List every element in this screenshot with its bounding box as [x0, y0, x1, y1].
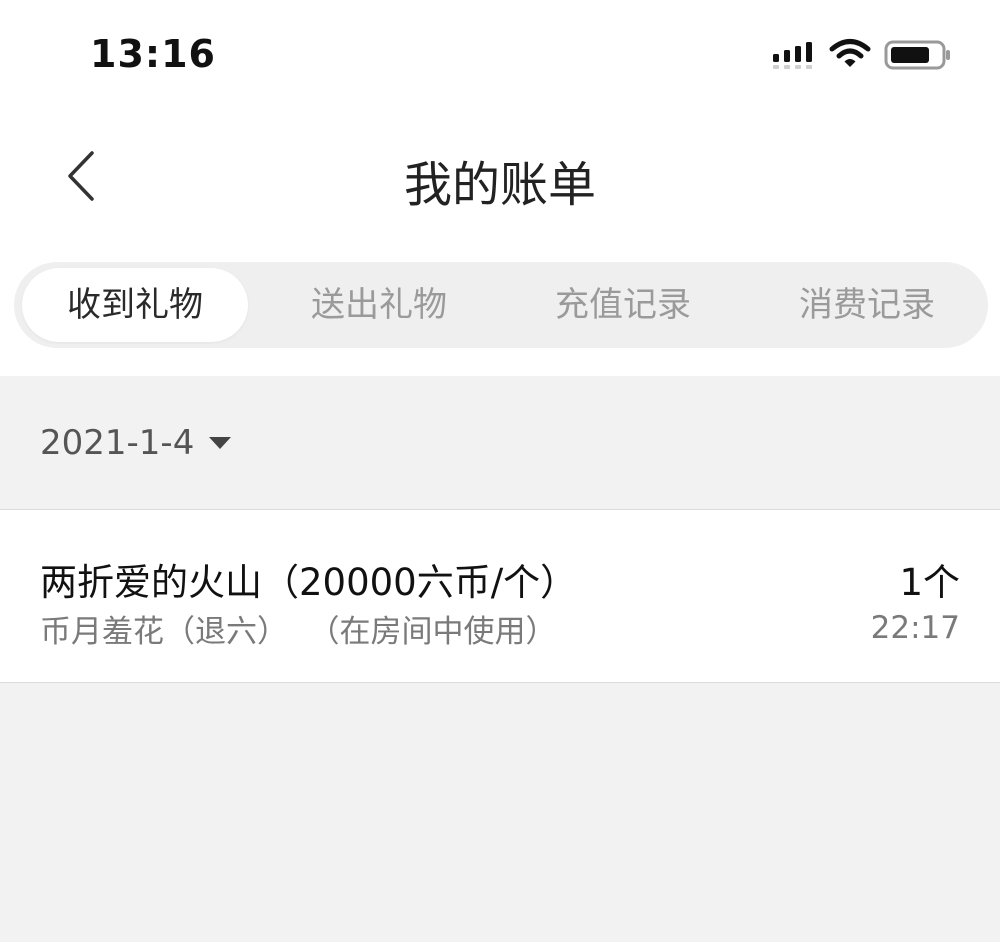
record-time: 22:17 [870, 610, 960, 646]
battery-icon [884, 40, 950, 70]
record-subtitle: 币月羞花（退六） （在房间中使用） [40, 606, 557, 651]
gift-name: 两折爱的火山（20000六币/个） [40, 561, 578, 604]
date-filter[interactable]: 2021-1-4 [40, 420, 232, 466]
date-filter-label: 2021-1-4 [40, 423, 195, 463]
status-time: 13:16 [90, 32, 216, 76]
header-area: 13:16 我的账单 收到礼物 送出礼物 充值记录 消费记录 [0, 0, 1000, 376]
record-list: 两折爱的火山（20000六币/个） 币月羞花（退六） （在房间中使用） 1个 22… [0, 509, 1000, 683]
caret-down-icon [209, 437, 232, 449]
tab-received-gifts[interactable]: 收到礼物 [22, 268, 248, 342]
wifi-icon [829, 39, 871, 67]
gift-count: 1个 [899, 561, 960, 604]
tab-spending-records[interactable]: 消费记录 [754, 268, 980, 342]
sender-name: 币月羞花（退六） [40, 614, 288, 650]
back-button[interactable] [50, 140, 110, 212]
chevron-left-icon [68, 151, 94, 201]
page-title: 我的账单 [403, 157, 596, 213]
usage-note: （在房间中使用） [324, 614, 557, 650]
tab-recharge-records[interactable]: 充值记录 [510, 268, 736, 342]
tab-sent-gifts[interactable]: 送出礼物 [266, 268, 492, 342]
tab-bar: 收到礼物 送出礼物 充值记录 消费记录 [14, 262, 988, 348]
signal-icon [773, 42, 812, 69]
